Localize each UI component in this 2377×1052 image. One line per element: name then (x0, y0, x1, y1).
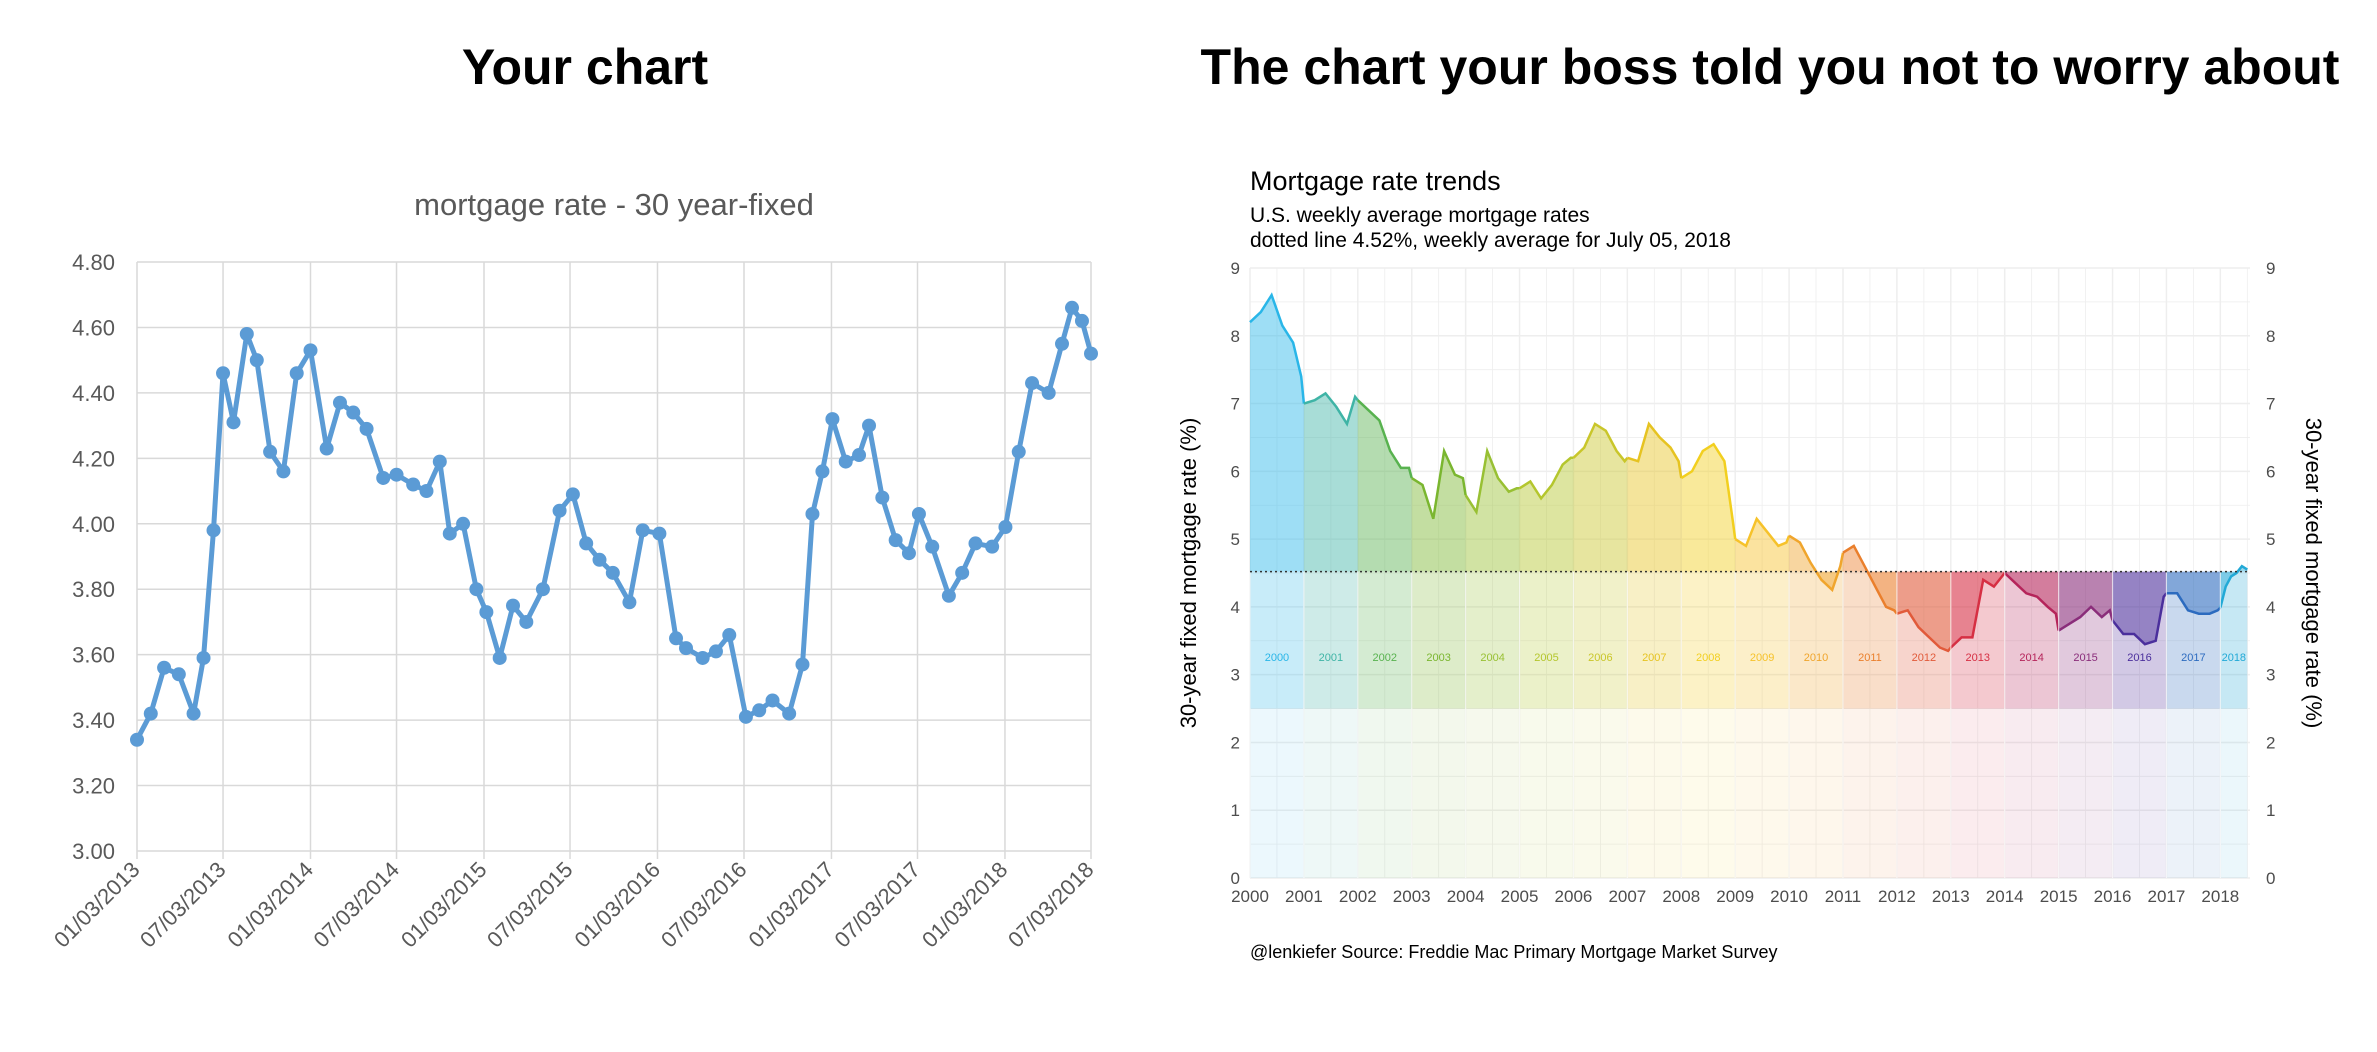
x-tick-label: 2007 (1608, 887, 1646, 906)
y-tick-label-right: 4 (2266, 598, 2275, 617)
chart-subtitle: U.S. weekly average mortgage rates (1250, 204, 1590, 227)
y-tick-label-right: 7 (2266, 395, 2275, 414)
x-tick-label: 2002 (1339, 887, 1377, 906)
x-tick-label: 2018 (2201, 887, 2239, 906)
chart-title: Mortgage rate trends (1250, 166, 1501, 196)
year-band-label: 2008 (1696, 652, 1720, 664)
year-band-upper (1573, 571, 1628, 709)
year-band-upper (1789, 571, 1843, 709)
y-tick-label: 8 (1231, 327, 1240, 346)
right-area-chart: Mortgage rate trends U.S. weekly average … (1176, 166, 2326, 962)
year-band-label: 2001 (1319, 652, 1343, 664)
y-tick-label: 7 (1231, 395, 1240, 414)
year-band-label: 2003 (1426, 652, 1450, 664)
year-band-label: 2017 (2181, 652, 2205, 664)
year-band-upper (1519, 571, 1574, 709)
year-band-label: 2012 (1912, 652, 1936, 664)
year-area (1681, 444, 1736, 572)
x-tick-label: 2008 (1662, 887, 1700, 906)
year-band-upper (1250, 571, 1304, 709)
year-band-label: 2002 (1373, 652, 1397, 664)
x-tick-label: 2015 (2040, 887, 2078, 906)
y-axis-title-right: 30-year fixed mortgage rate (%) (2301, 418, 2326, 729)
year-band-upper (1303, 571, 1358, 709)
y-tick-label: 5 (1231, 530, 1240, 549)
y-tick-label: 3 (1231, 666, 1240, 685)
y-tick-label: 6 (1231, 462, 1240, 481)
year-area (1627, 423, 1682, 572)
x-tick-label: 2012 (1878, 887, 1916, 906)
year-band-upper (1681, 571, 1736, 709)
y-tick-label-right: 8 (2266, 327, 2275, 346)
chart-subtitle: dotted line 4.52%, weekly average for Ju… (1250, 229, 1731, 252)
y-tick-label: 9 (1231, 259, 1240, 278)
year-band-label: 2007 (1642, 652, 1666, 664)
x-tick-label: 2016 (2094, 887, 2132, 906)
y-axis-title: 30-year fixed mortgage rate (%) (1176, 418, 1201, 729)
x-tick-label: 2003 (1393, 887, 1431, 906)
year-band-label: 2000 (1265, 652, 1289, 664)
year-band-label: 2013 (1966, 652, 1990, 664)
year-band-upper (1465, 571, 1520, 709)
year-band-upper (1357, 571, 1412, 709)
x-tick-label: 2006 (1555, 887, 1593, 906)
x-tick-label: 2005 (1501, 887, 1539, 906)
year-area (1573, 423, 1628, 572)
year-band-label: 2006 (1588, 652, 1612, 664)
y-tick-label: 0 (1231, 869, 1240, 888)
y-tick-label-right: 6 (2266, 462, 2275, 481)
y-tick-label-right: 9 (2266, 259, 2275, 278)
y-tick-label: 2 (1231, 733, 1240, 752)
year-band-upper (1627, 571, 1682, 709)
year-band-label: 2011 (1858, 652, 1882, 664)
year-band-upper (1411, 571, 1466, 709)
y-tick-label-right: 0 (2266, 869, 2275, 888)
year-band-label: 2018 (2222, 652, 2246, 664)
year-band-label: 2004 (1480, 652, 1504, 664)
x-tick-label: 2010 (1770, 887, 1808, 906)
x-tick-label: 2011 (1825, 887, 1862, 906)
chart-caption: @lenkiefer Source: Freddie Mac Primary M… (1250, 942, 1777, 962)
x-tick-label: 2004 (1447, 887, 1485, 906)
y-tick-label-right: 5 (2266, 530, 2275, 549)
year-band-label: 2015 (2073, 652, 2097, 664)
y-tick-label-right: 2 (2266, 733, 2275, 752)
y-tick-label-right: 3 (2266, 666, 2275, 685)
year-band-label: 2016 (2127, 652, 2151, 664)
x-tick-label: 2017 (2148, 887, 2186, 906)
x-tick-label: 2000 (1231, 887, 1269, 906)
x-tick-label: 2014 (1986, 887, 2024, 906)
x-tick-label: 2013 (1932, 887, 1970, 906)
y-tick-label: 4 (1231, 598, 1240, 617)
x-tick-label: 2001 (1285, 887, 1323, 906)
year-band-label: 2014 (2019, 652, 2043, 664)
y-tick-label: 1 (1231, 801, 1240, 820)
y-tick-label-right: 1 (2266, 801, 2275, 820)
year-area (1303, 393, 1358, 572)
year-band-label: 2010 (1804, 652, 1828, 664)
year-area (1250, 295, 1304, 572)
year-band-upper (1735, 571, 1790, 709)
year-band-label: 2005 (1534, 652, 1558, 664)
year-band-label: 2009 (1750, 652, 1774, 664)
year-area (1465, 451, 1520, 572)
x-tick-label: 2009 (1716, 887, 1754, 906)
